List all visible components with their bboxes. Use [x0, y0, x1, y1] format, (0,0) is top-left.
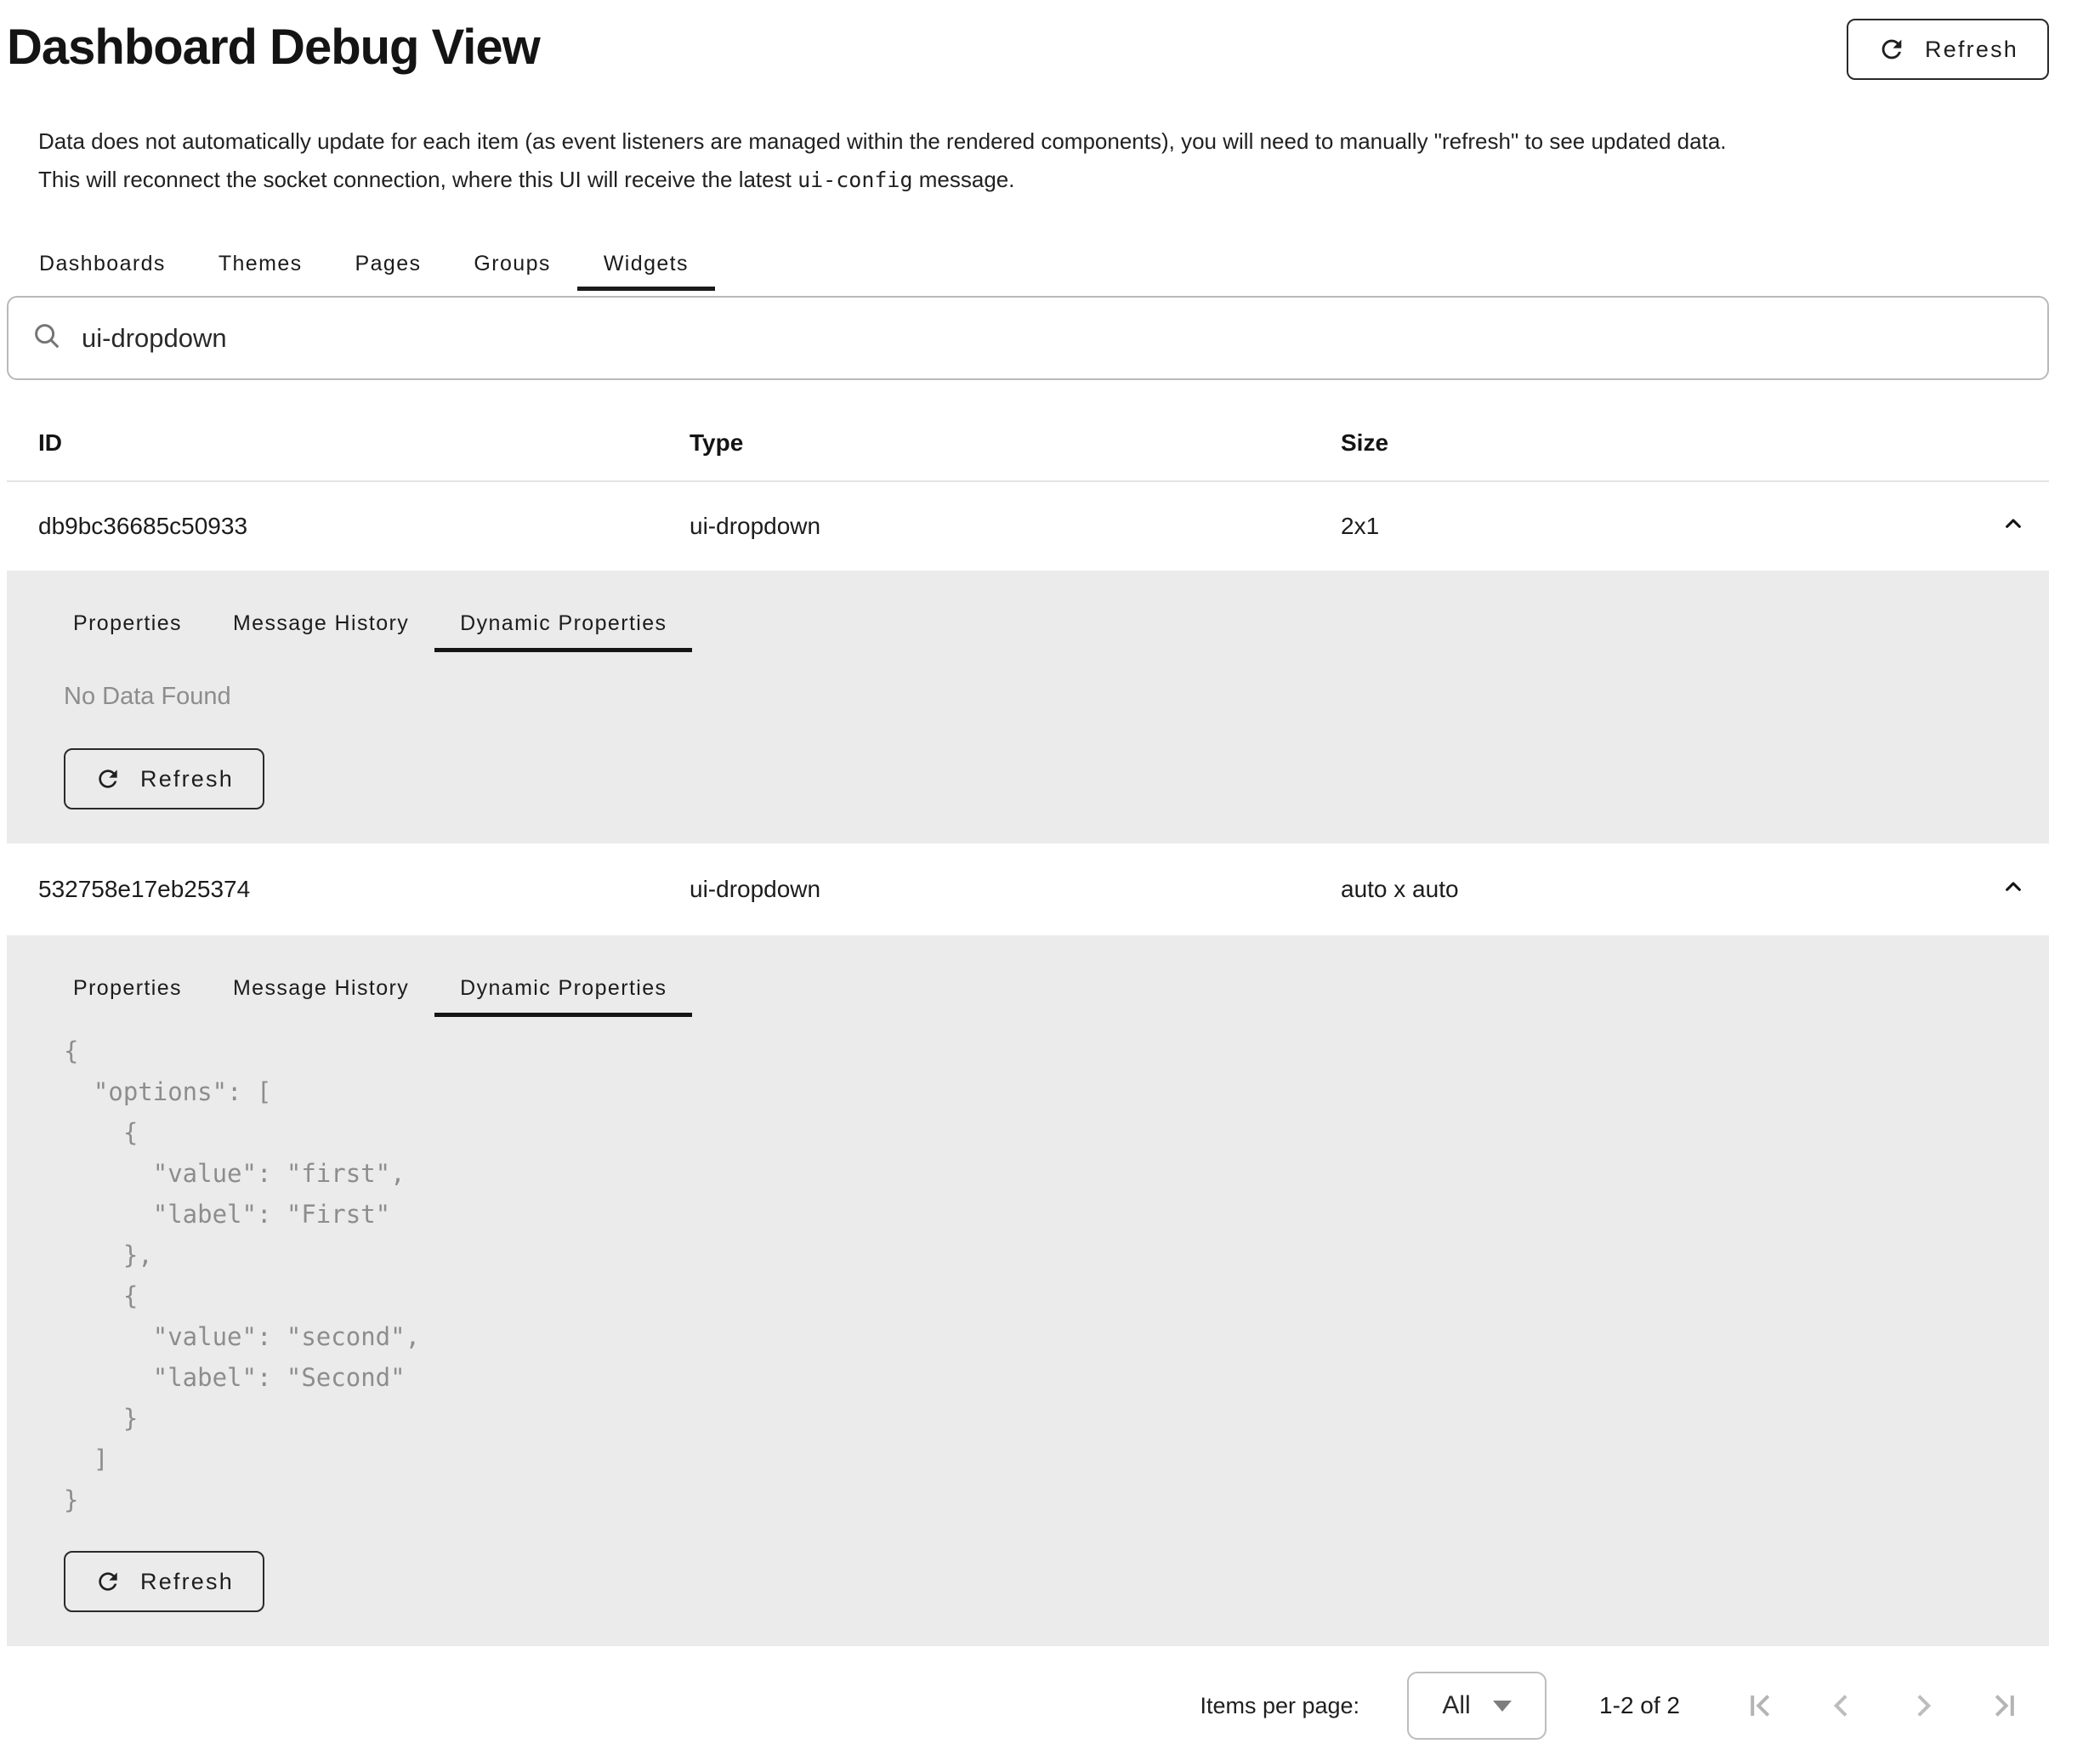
- tab-dashboards-label: Dashboards: [39, 252, 166, 276]
- chevron-up-icon: [2000, 510, 2027, 543]
- column-header-id: ID: [38, 429, 690, 457]
- pagination-range: 1-2 of 2: [1599, 1692, 1680, 1719]
- tab-widgets-label: Widgets: [604, 252, 689, 276]
- column-header-type: Type: [690, 429, 1341, 457]
- table-pagination: Items per page: All 1-2 of 2: [7, 1646, 2049, 1755]
- widget-id: db9bc36685c50933: [38, 513, 690, 540]
- panel2-tab-bar: Properties Message History Dynamic Prope…: [48, 959, 2049, 1017]
- table-header: ID Type Size: [7, 406, 2049, 482]
- first-page-icon: [1741, 1687, 1779, 1724]
- refresh-button-label: Refresh: [1925, 37, 2018, 63]
- widget-detail-panel-2: Properties Message History Dynamic Prope…: [7, 935, 2049, 1646]
- widget-id: 532758e17eb25374: [38, 876, 690, 903]
- refresh-button[interactable]: Refresh: [1847, 19, 2049, 80]
- tab-pages[interactable]: Pages: [329, 236, 448, 291]
- panel2-refresh-button[interactable]: Refresh: [64, 1551, 264, 1612]
- main-tab-bar: Dashboards Themes Pages Groups Widgets: [7, 236, 2049, 291]
- widget-row-1[interactable]: db9bc36685c50933 ui-dropdown 2x1: [7, 482, 2049, 571]
- widget-row-2[interactable]: 532758e17eb25374 ui-dropdown auto x auto: [7, 843, 2049, 935]
- search-input[interactable]: [82, 323, 2025, 354]
- panel2-refresh-label: Refresh: [140, 1569, 234, 1595]
- search-icon: [31, 320, 63, 356]
- collapse-row-button-1[interactable]: [2000, 510, 2049, 543]
- dropdown-arrow-icon: [1493, 1701, 1512, 1712]
- widget-type: ui-dropdown: [690, 513, 1341, 540]
- panel1-tab-dynamic-properties[interactable]: Dynamic Properties: [434, 594, 692, 652]
- items-per-page-value: All: [1442, 1691, 1470, 1720]
- description-line1: Data does not automatically update for e…: [38, 128, 1727, 154]
- items-per-page-select[interactable]: All: [1407, 1672, 1547, 1740]
- column-header-size: Size: [1341, 429, 1936, 457]
- tab-pages-label: Pages: [355, 252, 422, 276]
- description-line2: This will reconnect the socket connectio…: [38, 167, 797, 192]
- chevron-up-icon: [2000, 873, 2027, 906]
- panel2-tab-properties[interactable]: Properties: [48, 959, 207, 1017]
- tab-themes-label: Themes: [219, 252, 303, 276]
- widget-type: ui-dropdown: [690, 876, 1341, 903]
- panel1-tab-bar: Properties Message History Dynamic Prope…: [48, 594, 2049, 652]
- dynamic-properties-json: { "options": [ { "value": "first", "labe…: [64, 1031, 2049, 1520]
- no-data-message: No Data Found: [64, 683, 2049, 711]
- tab-dashboards[interactable]: Dashboards: [13, 236, 192, 291]
- first-page-button[interactable]: [1741, 1687, 1779, 1724]
- tab-groups[interactable]: Groups: [447, 236, 576, 291]
- tab-widgets[interactable]: Widgets: [577, 236, 715, 291]
- top-bar: Dashboard Debug View Refresh: [7, 0, 2049, 80]
- panel1-tab-message-history-label: Message History: [233, 611, 409, 636]
- refresh-icon: [94, 765, 122, 792]
- last-page-icon: [1986, 1687, 2023, 1724]
- panel2-tab-message-history[interactable]: Message History: [207, 959, 434, 1017]
- panel1-tab-properties-label: Properties: [73, 611, 182, 636]
- items-per-page-label: Items per page:: [1200, 1693, 1359, 1719]
- description: Data does not automatically update for e…: [38, 122, 2049, 199]
- panel1-tab-message-history[interactable]: Message History: [207, 594, 434, 652]
- collapse-row-button-2[interactable]: [2000, 873, 2049, 906]
- panel2-tab-properties-label: Properties: [73, 976, 182, 1001]
- panel2-tab-dynamic-properties[interactable]: Dynamic Properties: [434, 959, 692, 1017]
- pagination-controls: [1741, 1687, 2023, 1724]
- previous-page-button[interactable]: [1823, 1687, 1860, 1724]
- last-page-button[interactable]: [1986, 1687, 2023, 1724]
- chevron-left-icon: [1823, 1687, 1860, 1724]
- widget-size: auto x auto: [1341, 876, 1936, 903]
- tab-groups-label: Groups: [474, 252, 550, 276]
- next-page-button[interactable]: [1904, 1687, 1942, 1724]
- tab-themes[interactable]: Themes: [192, 236, 329, 291]
- refresh-icon: [1877, 35, 1906, 64]
- panel1-refresh-button[interactable]: Refresh: [64, 748, 264, 809]
- panel1-tab-dynamic-properties-label: Dynamic Properties: [460, 611, 667, 636]
- panel1-tab-properties[interactable]: Properties: [48, 594, 207, 652]
- refresh-icon: [94, 1568, 122, 1595]
- panel2-tab-dynamic-properties-label: Dynamic Properties: [460, 976, 667, 1001]
- panel2-tab-message-history-label: Message History: [233, 976, 409, 1001]
- search-box: [7, 296, 2049, 380]
- panel1-refresh-label: Refresh: [140, 766, 234, 792]
- description-line2-end: message.: [913, 167, 1015, 192]
- widget-size: 2x1: [1341, 513, 1936, 540]
- chevron-right-icon: [1904, 1687, 1942, 1724]
- widget-detail-panel-1: Properties Message History Dynamic Prope…: [7, 571, 2049, 843]
- ui-config-code: ui-config: [797, 168, 912, 192]
- dashboard-debug-view: Dashboard Debug View Refresh Data does n…: [0, 0, 2100, 1755]
- page-title: Dashboard Debug View: [7, 19, 540, 77]
